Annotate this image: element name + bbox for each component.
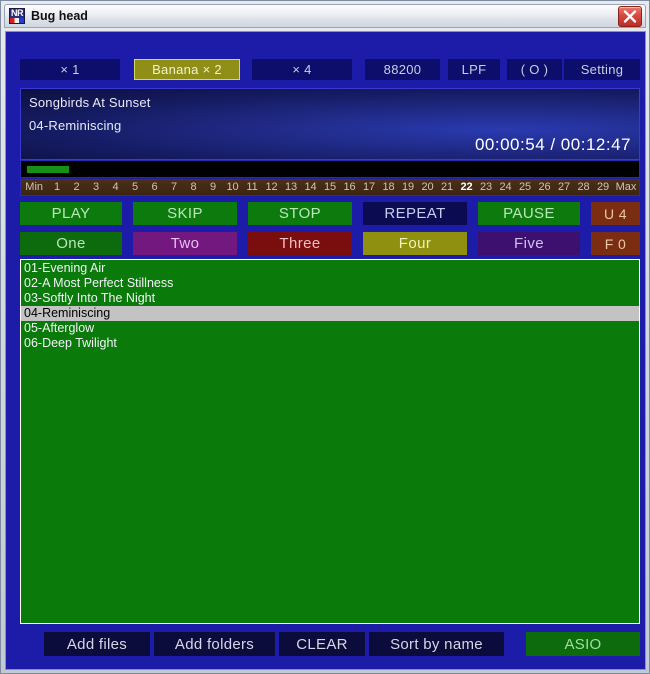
stop-button[interactable]: STOP: [248, 202, 352, 225]
level-ruler[interactable]: Min 1 2 3 4 5 6 7 8 9 10 11 12 13 14 15 16 17 18 19 20 21 22 23…: [20, 179, 640, 196]
playlist-item[interactable]: 01-Evening Air: [21, 261, 639, 276]
play-button[interactable]: PLAY: [20, 202, 122, 225]
ruler-tick-10[interactable]: 10: [223, 182, 243, 193]
add-folders-button[interactable]: Add folders: [154, 632, 275, 656]
clear-button[interactable]: CLEAR: [279, 632, 365, 656]
lpf-toggle[interactable]: LPF: [448, 59, 500, 80]
setting[interactable]: Setting: [564, 59, 640, 80]
app-root: NR Bug head × 1 Banana × 2 × 4 88200 LPF ( O …: [0, 0, 650, 674]
ruler-tick-29[interactable]: 29: [593, 182, 613, 193]
ruler-tick-6[interactable]: 6: [145, 182, 165, 193]
ruler-tick-15[interactable]: 15: [320, 182, 340, 193]
oversample-x4[interactable]: × 4: [252, 59, 352, 80]
ruler-tick-8[interactable]: 8: [184, 182, 204, 193]
ruler-tick-21[interactable]: 21: [437, 182, 457, 193]
app-icon-nr: NR: [9, 8, 25, 24]
ruler-tick-13[interactable]: 13: [281, 182, 301, 193]
app-icon-swatch: [10, 18, 24, 23]
repeat-button[interactable]: REPEAT: [363, 202, 467, 225]
playlist-item[interactable]: 02-A Most Perfect Stillness: [21, 276, 639, 291]
skip-button[interactable]: SKIP: [133, 202, 237, 225]
asio-button[interactable]: ASIO: [526, 632, 640, 656]
app-icon-label: NR: [11, 8, 24, 18]
oversample-banana-x2[interactable]: Banana × 2: [134, 59, 240, 80]
top-toolbar: × 1 Banana × 2 × 4 88200 LPF ( O ) Setting: [20, 59, 640, 80]
ruler-tick-18[interactable]: 18: [379, 182, 399, 193]
now-playing-display: Songbirds At Sunset 04-Reminiscing 00:00…: [20, 88, 640, 160]
ruler-tick-23[interactable]: 23: [476, 182, 496, 193]
samplerate[interactable]: 88200: [365, 59, 440, 80]
ruler-tick-7[interactable]: 7: [164, 182, 184, 193]
phase-toggle[interactable]: ( O ): [507, 59, 562, 80]
ruler-tick-5[interactable]: 5: [125, 182, 145, 193]
playlist-item[interactable]: 04-Reminiscing: [21, 306, 639, 321]
window-title: Bug head: [31, 9, 88, 23]
pause-button[interactable]: PAUSE: [478, 202, 580, 225]
ruler-tick-1[interactable]: 1: [47, 182, 67, 193]
progress-fill: [27, 166, 69, 173]
preset-four-button[interactable]: Four: [363, 232, 467, 255]
ruler-tick-3[interactable]: 3: [86, 182, 106, 193]
control-button-grid: PLAY SKIP STOP REPEAT PAUSE U 4 One Two Three Fou…: [20, 202, 640, 255]
ruler-tick-26[interactable]: 26: [535, 182, 555, 193]
ruler-max-label[interactable]: Max: [613, 182, 639, 193]
ruler-tick-9[interactable]: 9: [203, 182, 223, 193]
client-area: × 1 Banana × 2 × 4 88200 LPF ( O ) Setting Son…: [5, 31, 646, 670]
close-icon: [623, 9, 637, 23]
ruler-tick-11[interactable]: 11: [242, 182, 262, 193]
playlist[interactable]: 01-Evening Air 02-A Most Perfect Stillnes…: [20, 259, 640, 624]
ruler-tick-20[interactable]: 20: [418, 182, 438, 193]
bottom-button-bar: Add files Add folders CLEAR Sort by name ASI…: [20, 632, 640, 656]
window-frame: NR Bug head × 1 Banana × 2 × 4 88200 LPF ( O …: [0, 0, 650, 674]
oversample-x1[interactable]: × 1: [20, 59, 120, 80]
time-readout: 00:00:54 / 00:12:47: [474, 135, 631, 154]
ruler-tick-2[interactable]: 2: [67, 182, 87, 193]
u-level-button[interactable]: U 4: [591, 202, 640, 225]
album-title: Songbirds At Sunset: [29, 95, 151, 110]
progress-bar[interactable]: [20, 160, 640, 178]
preset-five-button[interactable]: Five: [478, 232, 580, 255]
ruler-tick-28[interactable]: 28: [574, 182, 594, 193]
ruler-tick-17[interactable]: 17: [359, 182, 379, 193]
ruler-tick-19[interactable]: 19: [398, 182, 418, 193]
add-files-button[interactable]: Add files: [44, 632, 150, 656]
ruler-tick-14[interactable]: 14: [301, 182, 321, 193]
ruler-tick-25[interactable]: 25: [515, 182, 535, 193]
playlist-item[interactable]: 03-Softly Into The Night: [21, 291, 639, 306]
track-title: 04-Reminiscing: [29, 118, 122, 133]
sort-by-name-button[interactable]: Sort by name: [369, 632, 504, 656]
playlist-item[interactable]: 05-Afterglow: [21, 321, 639, 336]
ruler-tick-27[interactable]: 27: [554, 182, 574, 193]
f-level-button[interactable]: F 0: [591, 232, 640, 255]
ruler-tick-16[interactable]: 16: [340, 182, 360, 193]
ruler-tick-22[interactable]: 22: [457, 182, 477, 193]
preset-three-button[interactable]: Three: [248, 232, 352, 255]
preset-one-button[interactable]: One: [20, 232, 122, 255]
ruler-tick-4[interactable]: 4: [106, 182, 126, 193]
ruler-tick-24[interactable]: 24: [496, 182, 516, 193]
ruler-min-label[interactable]: Min: [21, 182, 47, 193]
close-button[interactable]: [618, 5, 642, 27]
preset-two-button[interactable]: Two: [133, 232, 237, 255]
title-bar: NR Bug head: [4, 4, 646, 28]
playlist-item[interactable]: 06-Deep Twilight: [21, 336, 639, 351]
ruler-tick-12[interactable]: 12: [262, 182, 282, 193]
